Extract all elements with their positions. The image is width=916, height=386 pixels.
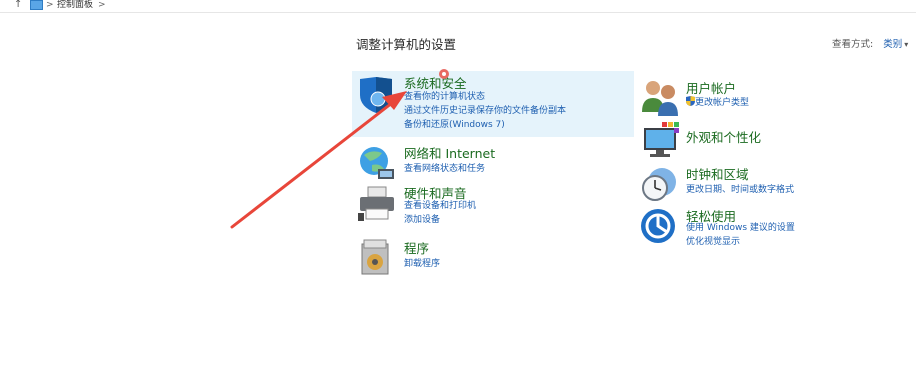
view-mode-dropdown[interactable]: 类别 — [883, 39, 902, 50]
up-arrow-icon[interactable]: ↑ — [14, 0, 22, 10]
category-title[interactable]: 系统和安全 — [404, 73, 467, 92]
category-title[interactable]: 外观和个性化 — [686, 127, 761, 146]
category-title[interactable]: 程序 — [404, 238, 429, 257]
category-link-text[interactable]: 更改帐户类型 — [695, 98, 749, 108]
address-bar: ↑ > 控制面板 > — [0, 0, 916, 13]
programs-box-icon — [361, 239, 389, 275]
category-link[interactable]: 更改帐户类型 — [686, 96, 749, 110]
view-mode: 查看方式: 类别 ▾ — [832, 36, 908, 50]
category-link[interactable]: 添加设备 — [404, 214, 440, 227]
printer-icon — [358, 186, 394, 221]
control-panel-icon — [30, 0, 43, 10]
network-globe-icon — [360, 147, 394, 179]
category-link[interactable]: 查看网络状态和任务 — [404, 163, 485, 176]
breadcrumb-separator[interactable]: > — [46, 0, 54, 11]
category-title[interactable]: 用户帐户 — [686, 78, 736, 97]
category-link[interactable]: 通过文件历史记录保存你的文件备份副本 — [404, 105, 566, 118]
breadcrumb-control-panel[interactable]: 控制面板 — [57, 0, 93, 11]
users-icon — [642, 81, 678, 116]
view-mode-label: 查看方式: — [832, 39, 874, 50]
page-title: 调整计算机的设置 — [356, 37, 457, 52]
category-link[interactable]: 优化视觉显示 — [686, 236, 740, 249]
category-link[interactable]: 查看你的计算机状态 — [404, 91, 485, 104]
breadcrumb-separator[interactable]: > — [98, 0, 106, 11]
category-link[interactable]: 使用 Windows 建议的设置 — [686, 222, 795, 235]
category-link[interactable]: 卸载程序 — [404, 258, 440, 271]
clock-globe-icon — [642, 168, 676, 201]
category-link[interactable]: 更改日期、时间或数字格式 — [686, 184, 794, 197]
category-title[interactable]: 时钟和区域 — [686, 164, 749, 183]
shield-icon — [360, 77, 392, 113]
accessibility-icon — [641, 209, 675, 243]
category-title[interactable]: 网络和 Internet — [404, 143, 495, 162]
category-link[interactable]: 查看设备和打印机 — [404, 200, 476, 213]
chevron-down-icon[interactable]: ▾ — [904, 40, 908, 49]
click-indicator-icon — [439, 69, 449, 79]
category-link[interactable]: 备份和还原(Windows 7) — [404, 119, 505, 132]
uac-shield-icon — [686, 96, 695, 106]
monitor-colors-icon — [644, 122, 679, 157]
